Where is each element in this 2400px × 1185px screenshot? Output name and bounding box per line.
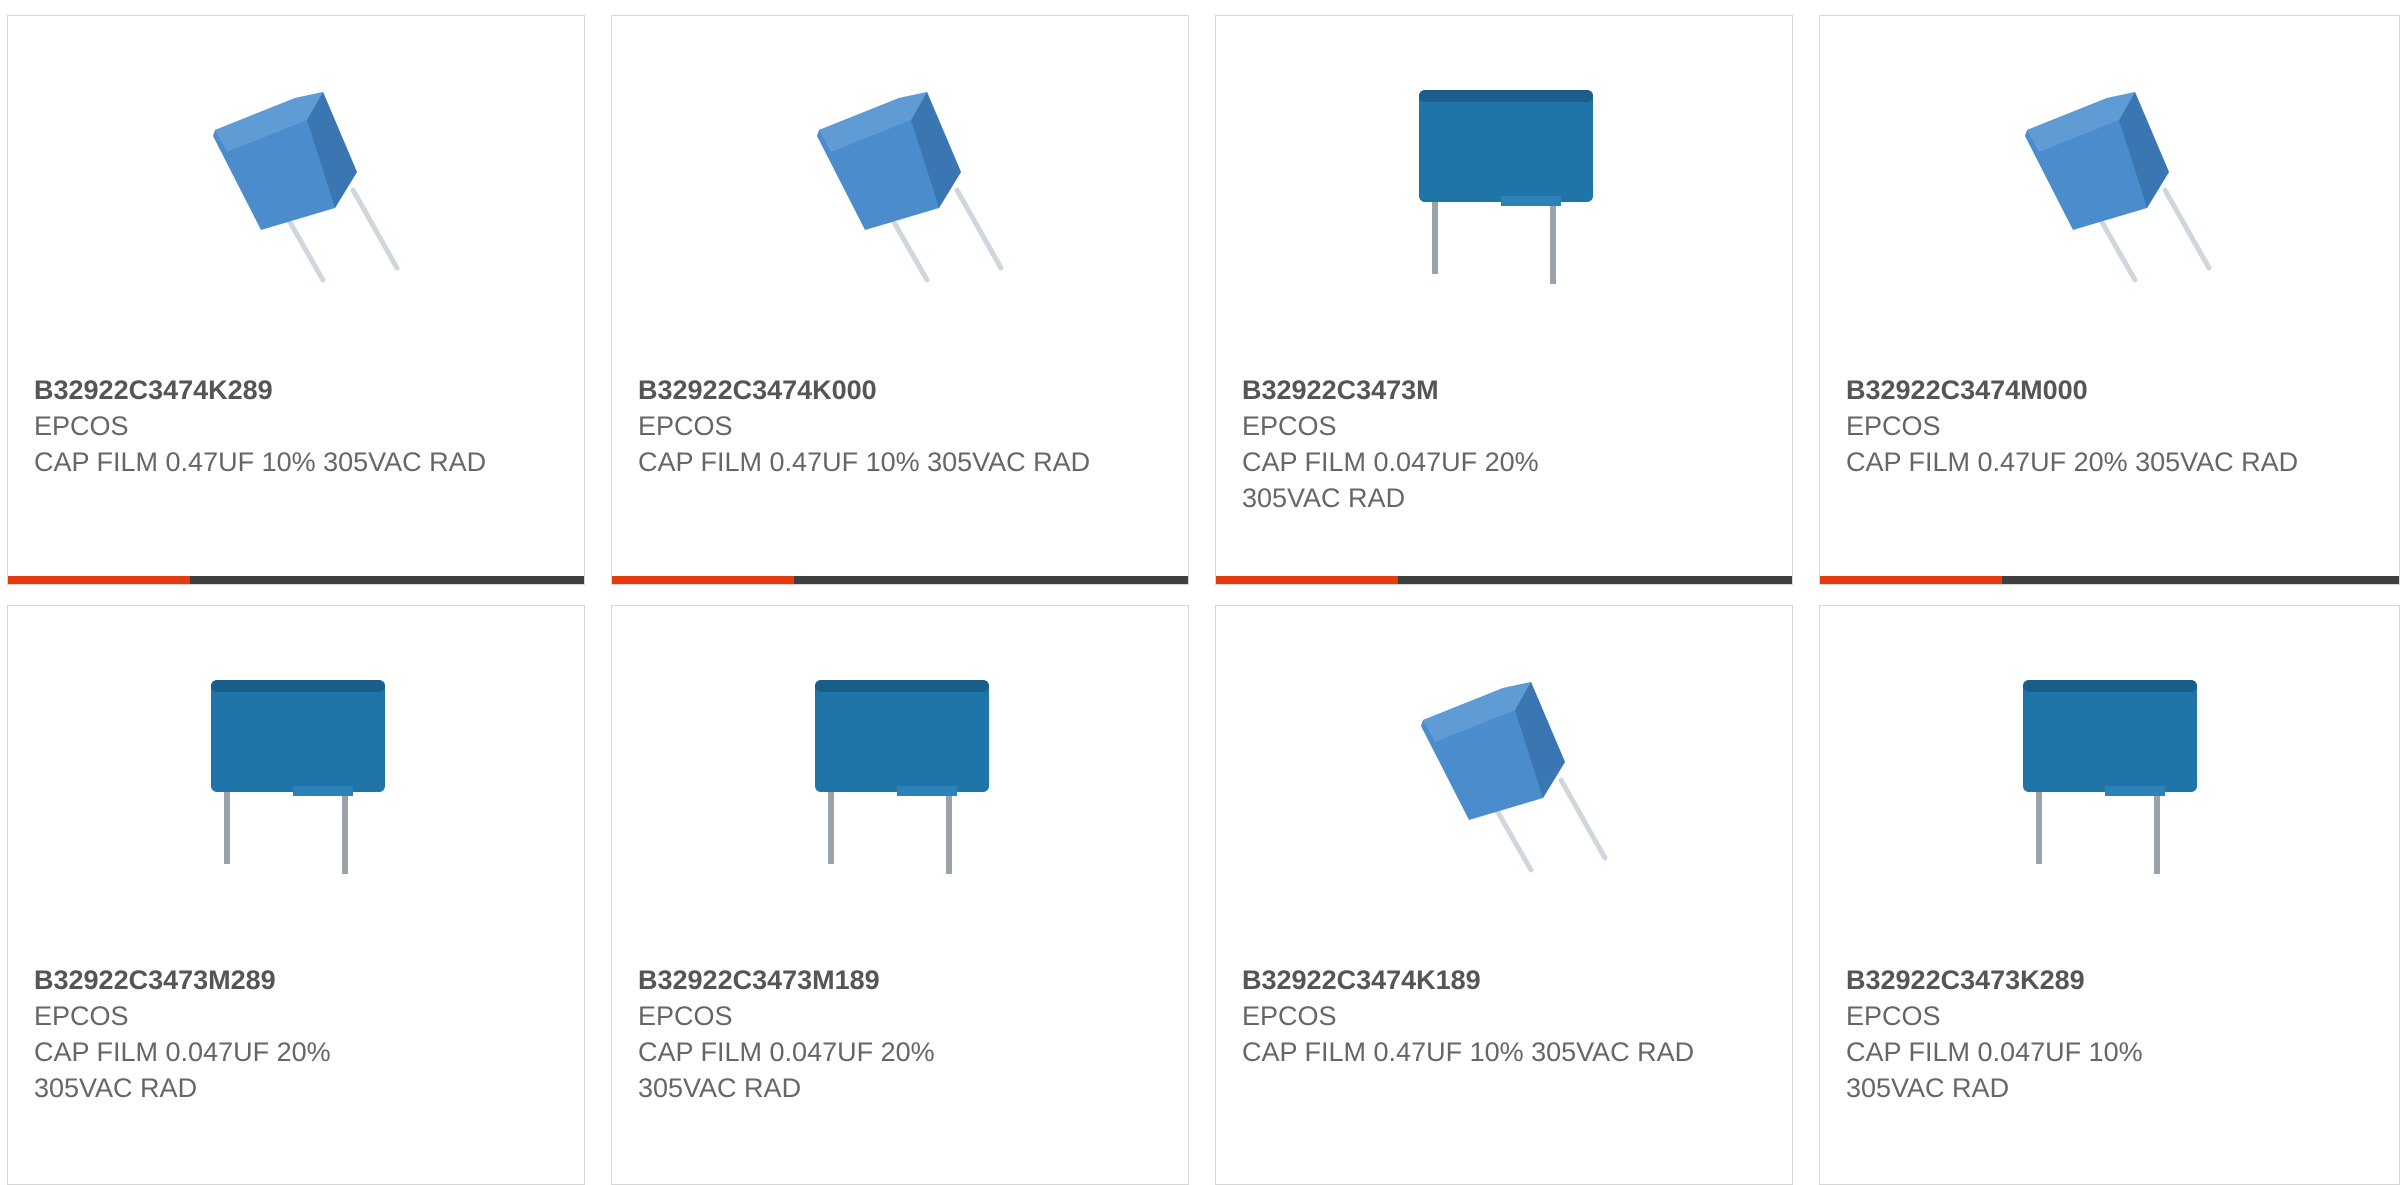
capacitor-tilted-icon [797,84,1005,300]
product-card[interactable]: B32922C3473K289 EPCOS CAP FILM 0.047UF 1… [1819,605,2400,1185]
part-number-link[interactable]: B32922C3473M [1242,372,1712,408]
card-accent-bar [1820,576,2002,584]
product-description: CAP FILM 0.47UF 10% 305VAC RAD [638,447,1091,477]
product-card[interactable]: B32922C3473M EPCOS CAP FILM 0.047UF 20% … [1215,15,1793,585]
card-bottom-bar [1216,576,1792,584]
card-bottom-bar [1820,576,2399,584]
product-info: B32922C3473M289 EPCOS CAP FILM 0.047UF 2… [34,962,504,1106]
product-grid: B32922C3474K289 EPCOS CAP FILM 0.47UF 10… [0,0,2400,1185]
product-description: CAP FILM 0.047UF 20% 305VAC RAD [1242,447,1539,513]
manufacturer: EPCOS [1846,411,1941,441]
product-card[interactable]: B32922C3473M289 EPCOS CAP FILM 0.047UF 2… [7,605,585,1185]
capacitor-tilted-icon [193,84,401,300]
product-info: B32922C3473K289 EPCOS CAP FILM 0.047UF 1… [1846,962,2316,1106]
product-description: CAP FILM 0.47UF 10% 305VAC RAD [1242,1037,1695,1067]
product-info: B32922C3474K189 EPCOS CAP FILM 0.47UF 10… [1242,962,1712,1070]
product-card[interactable]: B32922C3474K000 EPCOS CAP FILM 0.47UF 10… [611,15,1189,585]
product-card[interactable]: B32922C3474K189 EPCOS CAP FILM 0.47UF 10… [1215,605,1793,1185]
part-number-link[interactable]: B32922C3474K189 [1242,962,1712,998]
manufacturer: EPCOS [638,411,733,441]
capacitor-box-icon [2005,674,2213,890]
card-bottom-bar [612,576,1188,584]
product-info: B32922C3474M000 EPCOS CAP FILM 0.47UF 20… [1846,372,2316,480]
part-number-link[interactable]: B32922C3473M189 [638,962,1108,998]
manufacturer: EPCOS [34,411,129,441]
card-accent-bar [8,576,190,584]
part-number-link[interactable]: B32922C3473K289 [1846,962,2316,998]
product-card[interactable]: B32922C3473M189 EPCOS CAP FILM 0.047UF 2… [611,605,1189,1185]
part-number-link[interactable]: B32922C3474K289 [34,372,504,408]
product-info: B32922C3473M189 EPCOS CAP FILM 0.047UF 2… [638,962,1108,1106]
product-info: B32922C3473M EPCOS CAP FILM 0.047UF 20% … [1242,372,1712,516]
product-description: CAP FILM 0.47UF 20% 305VAC RAD [1846,447,2299,477]
product-card[interactable]: B32922C3474K289 EPCOS CAP FILM 0.47UF 10… [7,15,585,585]
product-description: CAP FILM 0.047UF 10% 305VAC RAD [1846,1037,2143,1103]
capacitor-box-icon [193,674,401,890]
capacitor-tilted-icon [2005,84,2213,300]
manufacturer: EPCOS [34,1001,129,1031]
manufacturer: EPCOS [1242,1001,1337,1031]
manufacturer: EPCOS [1846,1001,1941,1031]
product-description: CAP FILM 0.047UF 20% 305VAC RAD [638,1037,935,1103]
capacitor-tilted-icon [1401,674,1609,890]
product-description: CAP FILM 0.047UF 20% 305VAC RAD [34,1037,331,1103]
capacitor-box-icon [1401,84,1609,300]
part-number-link[interactable]: B32922C3473M289 [34,962,504,998]
manufacturer: EPCOS [638,1001,733,1031]
product-card[interactable]: B32922C3474M000 EPCOS CAP FILM 0.47UF 20… [1819,15,2400,585]
card-accent-bar [612,576,794,584]
manufacturer: EPCOS [1242,411,1337,441]
card-bottom-bar [8,576,584,584]
capacitor-box-icon [797,674,1005,890]
card-accent-bar [1216,576,1398,584]
part-number-link[interactable]: B32922C3474K000 [638,372,1108,408]
product-description: CAP FILM 0.47UF 10% 305VAC RAD [34,447,487,477]
part-number-link[interactable]: B32922C3474M000 [1846,372,2316,408]
product-info: B32922C3474K289 EPCOS CAP FILM 0.47UF 10… [34,372,504,480]
product-info: B32922C3474K000 EPCOS CAP FILM 0.47UF 10… [638,372,1108,480]
